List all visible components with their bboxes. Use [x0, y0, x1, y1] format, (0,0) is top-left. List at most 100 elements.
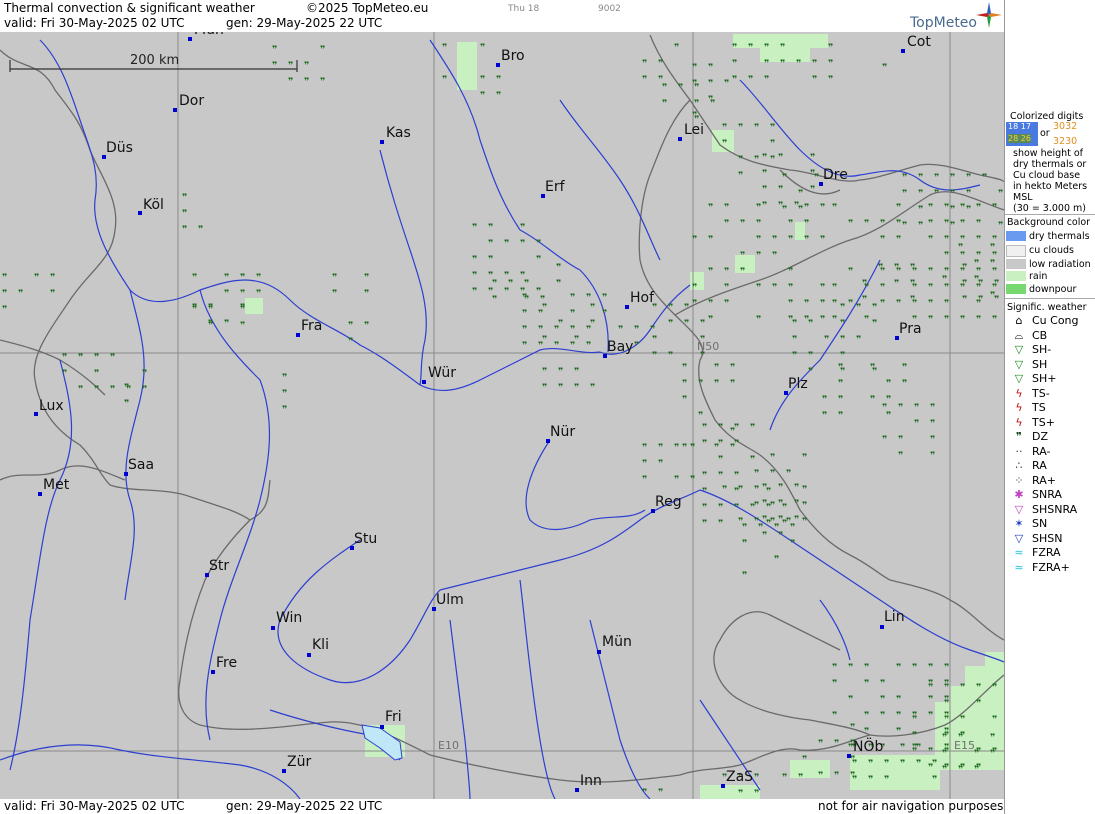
drizzle-symbol: ❞ — [722, 485, 727, 495]
drizzle-symbol: ❞ — [574, 383, 579, 393]
city-marker-mün[interactable] — [188, 37, 192, 41]
city-marker-kli[interactable] — [307, 653, 311, 657]
drizzle-symbol: ❞ — [896, 695, 901, 705]
drizzle-symbol: ❞ — [828, 75, 833, 85]
city-label-zas[interactable]: ZaS — [726, 769, 753, 785]
city-marker-fra[interactable] — [296, 333, 300, 337]
city-label-stu[interactable]: Stu — [354, 531, 377, 547]
city-marker-cot[interactable] — [901, 49, 905, 53]
city-marker-zas[interactable] — [721, 784, 725, 788]
legend-wx-symbol-icon: ⁘ — [1014, 473, 1024, 487]
drizzle-symbol: ❞ — [724, 283, 729, 293]
city-label-cot[interactable]: Cot — [907, 34, 931, 50]
city-marker-köl[interactable] — [138, 211, 142, 215]
city-marker-win[interactable] — [271, 626, 275, 630]
city-label-reg[interactable]: Reg — [655, 494, 682, 510]
city-label-mün[interactable]: Mün — [194, 32, 224, 38]
city-label-nür[interactable]: Nür — [550, 424, 575, 440]
drizzle-symbol: ❞ — [570, 293, 575, 303]
drizzle-symbol: ❞ — [880, 283, 885, 293]
city-label-str[interactable]: Str — [209, 558, 229, 574]
city-label-zür[interactable]: Zür — [287, 754, 311, 770]
city-label-düs[interactable]: Düs — [106, 140, 133, 156]
drizzle-symbol: ❞ — [480, 43, 485, 53]
weather-map[interactable]: ❞ ❞ ❞ ❞ ❞ ❞ ❞ ❞ ❞ ❞ ❞ ❞ ❞ ❞ ❞ ❞ ❞ ❞ ❞ ❞ ❞ ❞ ❞ ❞ ❞ ❞ ❞ ❞ ❞ ❞ ❞ ❞ ❞ ❞ ❞ ❞ ❞ ❞ ❞ ❞… — [0, 32, 1004, 799]
drizzle-symbol: ❞ — [960, 315, 965, 325]
city-label-wür[interactable]: Wür — [428, 365, 456, 381]
drizzle-symbol: ❞ — [198, 225, 203, 235]
drizzle-symbol: ❞ — [684, 303, 689, 313]
drizzle-symbol: ❞ — [790, 539, 795, 549]
drizzle-symbol: ❞ — [928, 283, 933, 293]
city-label-win[interactable]: Win — [276, 610, 302, 626]
city-label-dre[interactable]: Dre — [823, 167, 848, 183]
city-label-pra[interactable]: Pra — [899, 321, 922, 337]
drizzle-symbol: ❞ — [978, 279, 983, 289]
drizzle-symbol: ❞ — [840, 335, 845, 345]
drizzle-symbol: ❞ — [94, 385, 99, 395]
drizzle-symbol: ❞ — [740, 251, 745, 261]
city-marker-kas[interactable] — [380, 140, 384, 144]
city-marker-inn[interactable] — [575, 788, 579, 792]
drizzle-symbol: ❞ — [944, 235, 949, 245]
drizzle-symbol: ❞ — [990, 243, 995, 253]
city-marker-fre[interactable] — [211, 670, 215, 674]
city-label-bay[interactable]: Bay — [607, 339, 633, 355]
city-label-mün2[interactable]: Mün — [602, 634, 632, 650]
city-label-fra[interactable]: Fra — [301, 318, 322, 334]
drizzle-symbol: ❞ — [802, 453, 807, 463]
city-label-kas[interactable]: Kas — [386, 125, 411, 141]
drizzle-symbol: ❞ — [724, 203, 729, 213]
city-marker-dor[interactable] — [173, 108, 177, 112]
city-label-fre[interactable]: Fre — [216, 655, 237, 671]
city-marker-lin[interactable] — [880, 625, 884, 629]
drizzle-symbol: ❞ — [840, 351, 845, 361]
city-label-köl[interactable]: Köl — [143, 197, 164, 213]
legend-wx-label: RA+ — [1032, 473, 1056, 487]
city-marker-nöb[interactable] — [847, 754, 851, 758]
city-label-met[interactable]: Met — [43, 477, 70, 493]
city-label-lin[interactable]: Lin — [884, 609, 905, 625]
city-label-ulm[interactable]: Ulm — [436, 592, 464, 608]
city-marker-lei[interactable] — [678, 137, 682, 141]
drizzle-symbol: ❞ — [902, 221, 907, 231]
city-label-kli[interactable]: Kli — [312, 637, 329, 653]
drizzle-symbol: ❞ — [848, 663, 853, 673]
city-label-inn[interactable]: Inn — [580, 773, 602, 789]
city-label-dor[interactable]: Dor — [179, 93, 204, 109]
city-marker-wür[interactable] — [422, 380, 426, 384]
map-canvas[interactable]: ❞ ❞ ❞ ❞ ❞ ❞ ❞ ❞ ❞ ❞ ❞ ❞ ❞ ❞ ❞ ❞ ❞ ❞ ❞ ❞ ❞ ❞ ❞ ❞ ❞ ❞ ❞ ❞ ❞ ❞ ❞ ❞ ❞ ❞ ❞ ❞ ❞ ❞ ❞ ❞… — [0, 32, 1004, 799]
city-label-saa[interactable]: Saa — [128, 457, 154, 473]
drizzle-symbol: ❞ — [658, 59, 663, 69]
drizzle-symbol: ❞ — [822, 411, 827, 421]
drizzle-symbol: ❞ — [732, 43, 737, 53]
city-marker-mün2[interactable] — [597, 650, 601, 654]
drizzle-symbol: ❞ — [774, 555, 779, 565]
drizzle-symbol: ❞ — [962, 279, 967, 289]
city-label-hof[interactable]: Hof — [630, 290, 655, 306]
city-marker-fri[interactable] — [380, 725, 384, 729]
drizzle-symbol: ❞ — [708, 203, 713, 213]
drizzle-symbol: ❞ — [782, 773, 787, 783]
drizzle-symbol: ❞ — [748, 75, 753, 85]
drizzle-symbol: ❞ — [182, 193, 187, 203]
city-marker-hof[interactable] — [625, 305, 629, 309]
city-marker-met[interactable] — [38, 492, 42, 496]
city-label-plz[interactable]: Plz — [788, 376, 808, 392]
city-label-erf[interactable]: Erf — [545, 179, 566, 195]
drizzle-symbol: ❞ — [472, 287, 477, 297]
city-label-fri[interactable]: Fri — [385, 709, 402, 725]
drizzle-symbol: ❞ — [642, 75, 647, 85]
city-marker-zür[interactable] — [282, 769, 286, 773]
city-label-lux[interactable]: Lux — [39, 398, 64, 414]
drizzle-symbol: ❞ — [918, 189, 923, 199]
drizzle-symbol: ❞ — [966, 205, 971, 215]
city-marker-bro[interactable] — [496, 63, 500, 67]
legend-wx-symbol-icon: ▽ — [1014, 357, 1024, 371]
drizzle-symbol: ❞ — [682, 443, 687, 453]
city-marker-lux[interactable] — [34, 412, 38, 416]
drizzle-symbol: ❞ — [778, 153, 783, 163]
city-label-lei[interactable]: Lei — [684, 122, 704, 138]
city-label-bro[interactable]: Bro — [501, 48, 525, 64]
city-label-nöb[interactable]: NÖb — [853, 737, 883, 755]
